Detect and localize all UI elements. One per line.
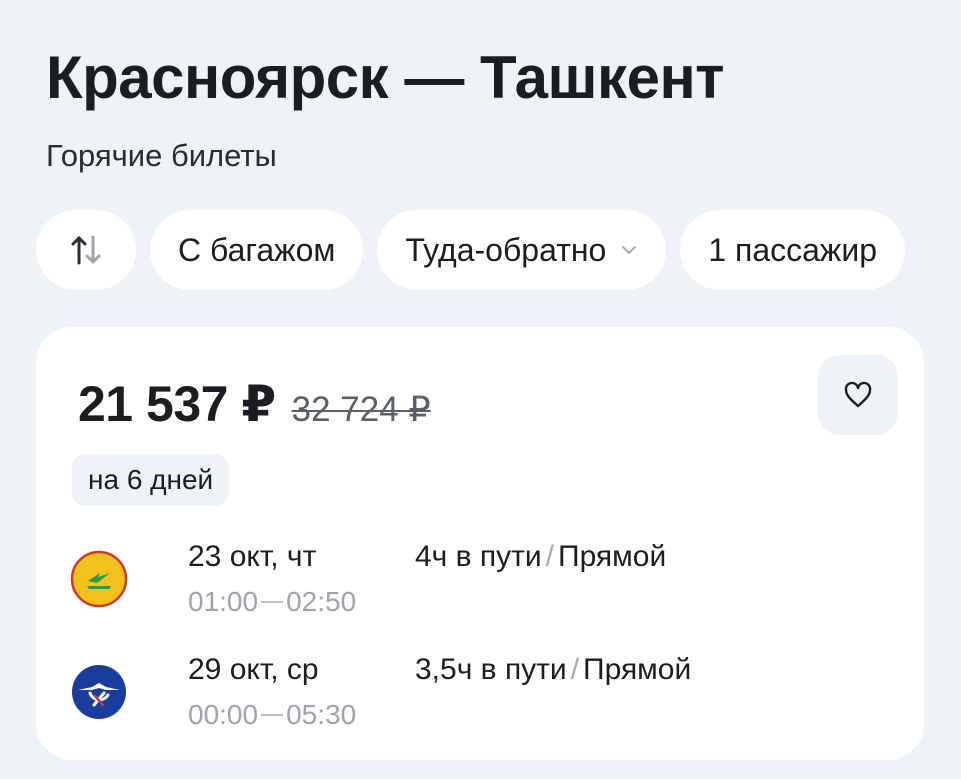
time-dash: [261, 714, 284, 716]
baggage-filter-label: С багажом: [178, 231, 336, 268]
passengers-label: 1 пассажир: [708, 231, 877, 268]
page-title: Красноярск — Ташкент: [46, 44, 725, 111]
segment-times: 00:00 05:30: [188, 698, 356, 732]
flight-segment-return: 29 окт, ср 00:00 05:30 3,5ч в пути / Прямо…: [70, 652, 890, 732]
departure-time: 01:00: [188, 586, 259, 617]
swap-vertical-arrows-icon: [71, 235, 101, 265]
current-price: 21 537 ₽: [78, 376, 276, 432]
heart-outline-icon: [844, 381, 872, 408]
segment-info: 4ч в пути / Прямой: [415, 539, 666, 575]
segment-info: 3,5ч в пути / Прямой: [415, 652, 691, 688]
stops-label: Прямой: [583, 653, 692, 686]
arrival-time: 05:30: [286, 699, 357, 730]
trip-duration-badge: на 6 дней: [72, 454, 230, 506]
travel-time: 3,5ч в пути: [415, 653, 567, 686]
aeroflot-logo: [72, 665, 126, 719]
arrival-time: 02:50: [286, 586, 357, 617]
swap-direction-button[interactable]: [36, 210, 136, 290]
chevron-down-icon: [620, 244, 638, 256]
separator: /: [545, 540, 555, 573]
favorite-button[interactable]: [818, 355, 898, 435]
stops-label: Прямой: [558, 540, 667, 573]
trip-duration-label: на 6 дней: [88, 464, 214, 495]
trip-type-dropdown[interactable]: Туда-обратно: [377, 210, 667, 290]
departure-time: 00:00: [188, 699, 259, 730]
segment-times: 01:00 02:50: [188, 585, 356, 619]
ticket-card[interactable]: 21 537 ₽ 32 724 ₽ на 6 дней 23 окт, чт 0…: [36, 327, 924, 760]
page-subtitle: Горячие билеты: [46, 138, 277, 173]
uzbekistan-airways-logo: [70, 550, 128, 608]
flight-segment-outbound: 23 окт, чт 01:00 02:50 4ч в пути / Прямой: [70, 539, 890, 619]
filter-bar: С багажом Туда-обратно 1 пассажир: [36, 210, 905, 290]
price-row: 21 537 ₽ 32 724 ₽: [78, 375, 431, 433]
segment-date: 29 окт, ср: [188, 653, 319, 686]
passengers-chip[interactable]: 1 пассажир: [680, 210, 905, 290]
separator: /: [570, 653, 580, 686]
travel-time: 4ч в пути: [415, 540, 542, 573]
baggage-filter-chip[interactable]: С багажом: [150, 210, 364, 290]
segment-date: 23 окт, чт: [188, 540, 317, 573]
trip-type-label: Туда-обратно: [405, 231, 607, 268]
old-price: 32 724 ₽: [291, 390, 431, 429]
time-dash: [261, 601, 284, 603]
